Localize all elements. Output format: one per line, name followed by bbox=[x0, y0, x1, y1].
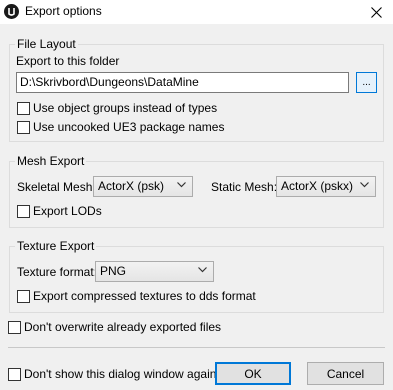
skeletal-mesh-select[interactable]: ActorX (psk) bbox=[93, 176, 193, 197]
close-icon bbox=[370, 6, 382, 18]
close-button[interactable] bbox=[359, 0, 393, 24]
use-object-groups-label: Use object groups instead of types bbox=[33, 101, 218, 115]
use-uncooked-names-label: Use uncooked UE3 package names bbox=[33, 120, 225, 134]
texture-format-value: PNG bbox=[100, 264, 127, 278]
export-compressed-checkbox[interactable]: Export compressed textures to dds format bbox=[17, 289, 256, 303]
export-lods-checkbox[interactable]: Export LODs bbox=[17, 204, 102, 218]
browse-folder-button[interactable]: ... bbox=[356, 72, 377, 93]
dont-show-again-label: Don't show this dialog window again bbox=[24, 367, 217, 381]
chevron-down-icon bbox=[360, 182, 369, 188]
dont-overwrite-checkbox[interactable]: Don't overwrite already exported files bbox=[8, 320, 221, 334]
skeletal-mesh-value: ActorX (psk) bbox=[98, 179, 165, 193]
use-uncooked-names-checkbox[interactable]: Use uncooked UE3 package names bbox=[17, 120, 224, 134]
static-mesh-value: ActorX (pskx) bbox=[281, 179, 354, 193]
skeletal-mesh-label: Skeletal Mesh: bbox=[17, 180, 96, 194]
export-compressed-label: Export compressed textures to dds format bbox=[33, 289, 256, 303]
checkbox-box[interactable] bbox=[8, 320, 21, 334]
dont-overwrite-label: Don't overwrite already exported files bbox=[24, 320, 222, 334]
divider bbox=[8, 347, 385, 348]
file-layout-legend: File Layout bbox=[15, 37, 78, 51]
checkbox-box[interactable] bbox=[8, 367, 21, 381]
checkbox-box[interactable] bbox=[17, 289, 30, 303]
texture-format-label: Texture format: bbox=[17, 265, 98, 279]
checkbox-box[interactable] bbox=[17, 204, 30, 218]
chevron-down-icon bbox=[177, 182, 186, 188]
export-folder-input[interactable]: D:\Skrivbord\Dungeons\DataMine bbox=[16, 72, 349, 93]
cancel-button[interactable]: Cancel bbox=[307, 362, 384, 385]
title-bar: Export options bbox=[0, 0, 393, 24]
texture-export-legend: Texture Export bbox=[15, 239, 97, 253]
use-object-groups-checkbox[interactable]: Use object groups instead of types bbox=[17, 101, 217, 115]
ok-button[interactable]: OK bbox=[215, 362, 291, 385]
export-folder-label: Export to this folder bbox=[16, 54, 120, 68]
dont-show-again-checkbox[interactable]: Don't show this dialog window again bbox=[8, 367, 216, 381]
static-mesh-select[interactable]: ActorX (pskx) bbox=[276, 176, 376, 197]
checkbox-box[interactable] bbox=[17, 120, 30, 134]
mesh-export-legend: Mesh Export bbox=[15, 154, 87, 168]
window-title: Export options bbox=[25, 4, 102, 18]
checkbox-box[interactable] bbox=[17, 101, 30, 115]
chevron-down-icon bbox=[198, 267, 207, 273]
unreal-logo-icon bbox=[4, 4, 19, 19]
export-lods-label: Export LODs bbox=[33, 204, 102, 218]
static-mesh-label: Static Mesh: bbox=[211, 180, 278, 194]
texture-format-select[interactable]: PNG bbox=[95, 261, 214, 282]
